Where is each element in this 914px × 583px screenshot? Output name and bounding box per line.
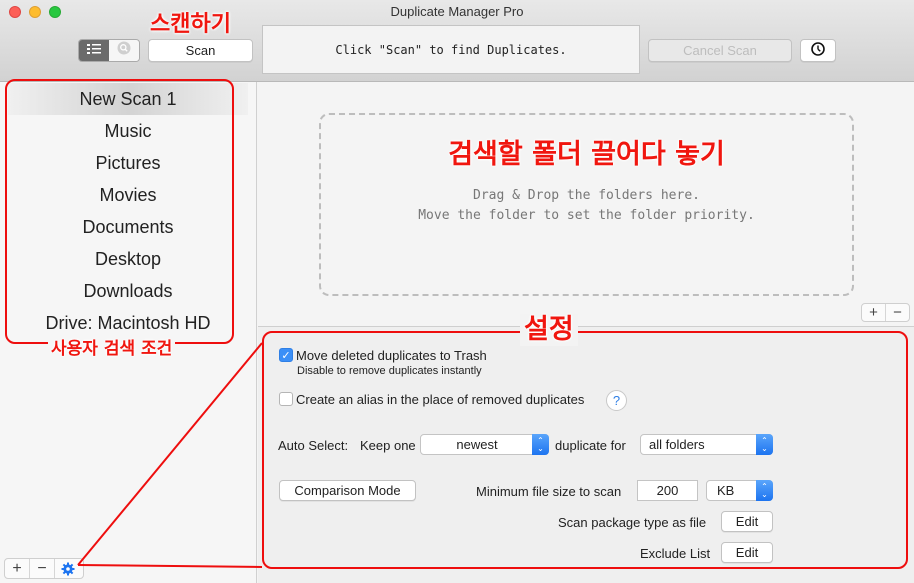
annotation-line-lower xyxy=(77,564,263,568)
annotation-connector-lines xyxy=(77,342,263,568)
app-window: Duplicate Manager Pro Scan Click "Scan" … xyxy=(0,0,914,583)
annotation-line-upper xyxy=(77,342,263,566)
